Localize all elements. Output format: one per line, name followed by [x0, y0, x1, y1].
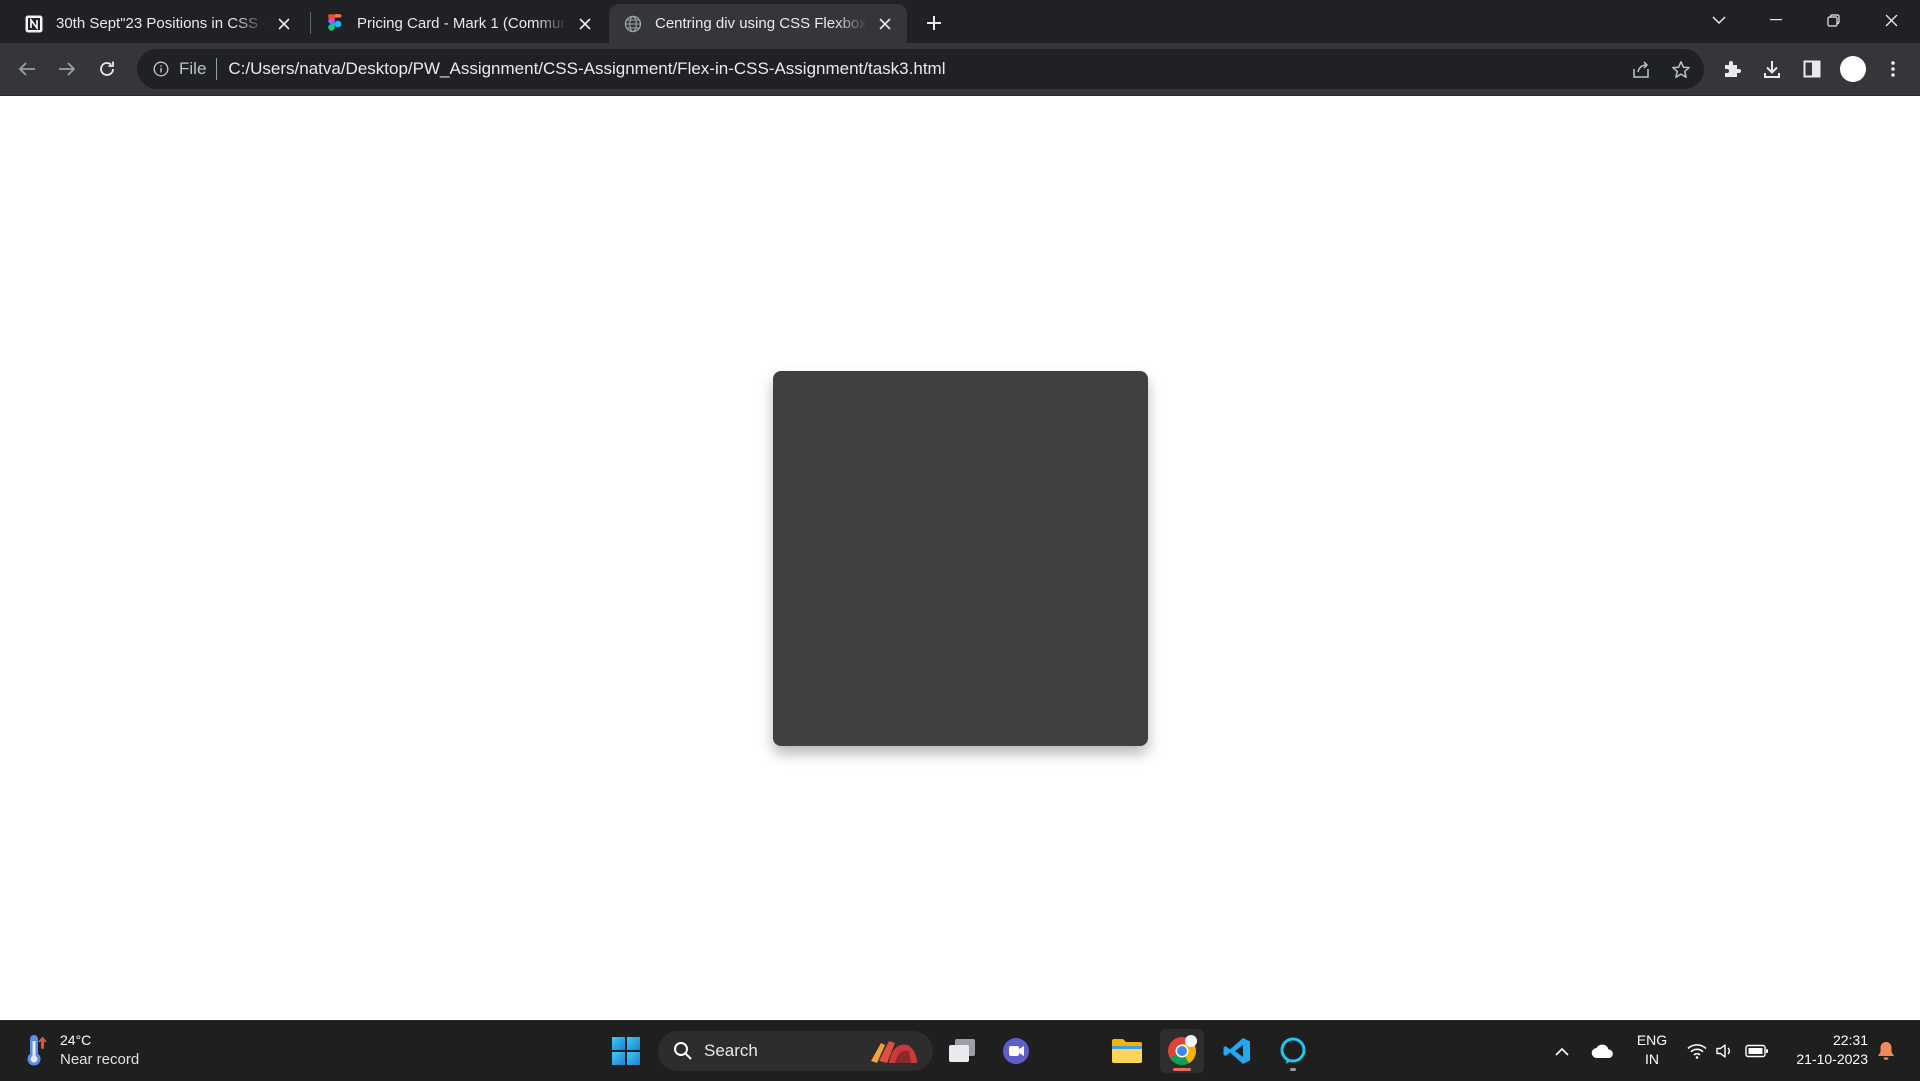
plus-icon — [927, 16, 941, 30]
weather-condition: Near record — [60, 1051, 140, 1068]
weather-temperature: 24°C — [60, 1032, 92, 1048]
url-text[interactable]: C:/Users/natva/Desktop/PW_Assignment/CSS… — [228, 59, 945, 79]
bell-icon — [1878, 1042, 1894, 1060]
avatar — [1840, 56, 1866, 82]
minimize-icon — [1770, 19, 1782, 21]
chevron-up-icon — [1555, 1047, 1569, 1056]
puzzle-icon — [1725, 61, 1741, 77]
browser-title-bar: 30th Sept"23 Positions in CSS - f Pricin… — [0, 0, 1920, 43]
back-button[interactable] — [11, 53, 43, 85]
downloads-button[interactable] — [1756, 53, 1788, 85]
weather-widget[interactable]: 24°C Near record — [24, 1031, 139, 1069]
clock-time: 22:31 — [1832, 1032, 1868, 1048]
arrow-left-icon — [18, 62, 35, 76]
page-viewport — [0, 96, 1920, 1020]
active-app-indicator — [1173, 1068, 1191, 1071]
vscode-icon — [1223, 1038, 1250, 1064]
chat-icon — [1003, 1038, 1029, 1064]
system-clock[interactable]: 22:31 21-10-2023 — [1778, 1031, 1868, 1069]
extensions-button[interactable] — [1716, 53, 1748, 85]
chrome-taskbar-button[interactable] — [1160, 1029, 1204, 1073]
folder-icon — [1112, 1039, 1142, 1063]
download-icon — [1764, 61, 1780, 78]
windows-logo-icon — [612, 1037, 640, 1065]
search-icon — [672, 1040, 694, 1062]
url-divider — [216, 58, 218, 80]
notifications-button[interactable] — [1874, 1037, 1898, 1065]
battery-icon — [1745, 1044, 1768, 1058]
search-highlight-icon — [871, 1041, 917, 1063]
new-tab-button[interactable] — [917, 6, 951, 40]
centered-div — [773, 371, 1148, 746]
start-button[interactable] — [604, 1029, 648, 1073]
alexa-button[interactable] — [1271, 1029, 1315, 1073]
wifi-icon — [1687, 1044, 1707, 1059]
close-icon[interactable] — [274, 14, 294, 34]
tab-title: Centring div using CSS Flexbox — [655, 15, 867, 32]
forward-button[interactable] — [51, 53, 83, 85]
cloud-icon — [1591, 1044, 1613, 1059]
address-bar[interactable]: File C:/Users/natva/Desktop/PW_Assignmen… — [137, 49, 1704, 89]
globe-icon — [623, 14, 643, 34]
taskbar-search-box[interactable]: Search — [658, 1031, 933, 1071]
restore-button[interactable] — [1806, 0, 1860, 40]
figma-icon — [325, 13, 345, 34]
bookmark-star-icon[interactable] — [1670, 59, 1692, 81]
side-panel-icon — [1803, 60, 1821, 78]
profile-button[interactable] — [1837, 53, 1869, 85]
close-window-button[interactable] — [1864, 0, 1918, 40]
running-app-indicator — [1290, 1068, 1296, 1071]
tab-positions-in-css[interactable]: 30th Sept"23 Positions in CSS - f — [10, 4, 306, 43]
onedrive-button[interactable] — [1588, 1037, 1618, 1065]
chevron-down-icon — [1712, 15, 1726, 24]
region-code: IN — [1645, 1051, 1659, 1067]
vscode-button[interactable] — [1215, 1029, 1259, 1073]
tab-title: Pricing Card - Mark 1 (Community) — [357, 15, 567, 32]
wifi-status[interactable] — [1684, 1037, 1710, 1065]
info-icon[interactable] — [151, 59, 171, 79]
close-icon[interactable] — [575, 14, 595, 34]
speaker-icon — [1716, 1044, 1730, 1058]
windows-taskbar: 24°C Near record Search ENG IN 22:31 21-… — [0, 1020, 1920, 1081]
thermometer-icon — [27, 1035, 47, 1066]
tab-title: 30th Sept"23 Positions in CSS - f — [56, 15, 266, 32]
teams-chat-button[interactable] — [994, 1029, 1038, 1073]
minimize-button[interactable] — [1749, 0, 1803, 40]
clock-date: 21-10-2023 — [1796, 1051, 1868, 1067]
tab-centring-div[interactable]: Centring div using CSS Flexbox — [609, 4, 907, 43]
side-panel-button[interactable] — [1796, 53, 1828, 85]
close-icon — [1885, 14, 1897, 26]
volume-control[interactable] — [1713, 1037, 1737, 1065]
tab-search-button[interactable] — [1692, 0, 1746, 40]
browser-toolbar: File C:/Users/natva/Desktop/PW_Assignmen… — [0, 43, 1920, 96]
task-view-icon — [949, 1039, 975, 1062]
file-explorer-button[interactable] — [1105, 1029, 1149, 1073]
more-vertical-icon — [1891, 61, 1895, 77]
restore-icon — [1826, 13, 1840, 27]
task-view-button[interactable] — [940, 1029, 984, 1073]
url-scheme-label: File — [179, 59, 207, 78]
chrome-icon — [1168, 1035, 1197, 1066]
show-hidden-icons-button[interactable] — [1550, 1037, 1574, 1065]
share-icon[interactable] — [1630, 59, 1652, 81]
search-label: Search — [704, 1041, 758, 1060]
tab-pricing-card[interactable]: Pricing Card - Mark 1 (Community) — [311, 4, 607, 43]
alexa-icon — [1280, 1037, 1306, 1064]
reload-button[interactable] — [91, 53, 123, 85]
language-code: ENG — [1636, 1032, 1668, 1048]
browser-menu-button[interactable] — [1877, 53, 1909, 85]
input-language-indicator[interactable]: ENG IN — [1634, 1031, 1670, 1069]
battery-status[interactable] — [1743, 1037, 1771, 1065]
reload-icon — [100, 61, 114, 76]
close-icon[interactable] — [875, 14, 895, 34]
notion-icon — [24, 14, 44, 34]
arrow-right-icon — [59, 62, 76, 76]
